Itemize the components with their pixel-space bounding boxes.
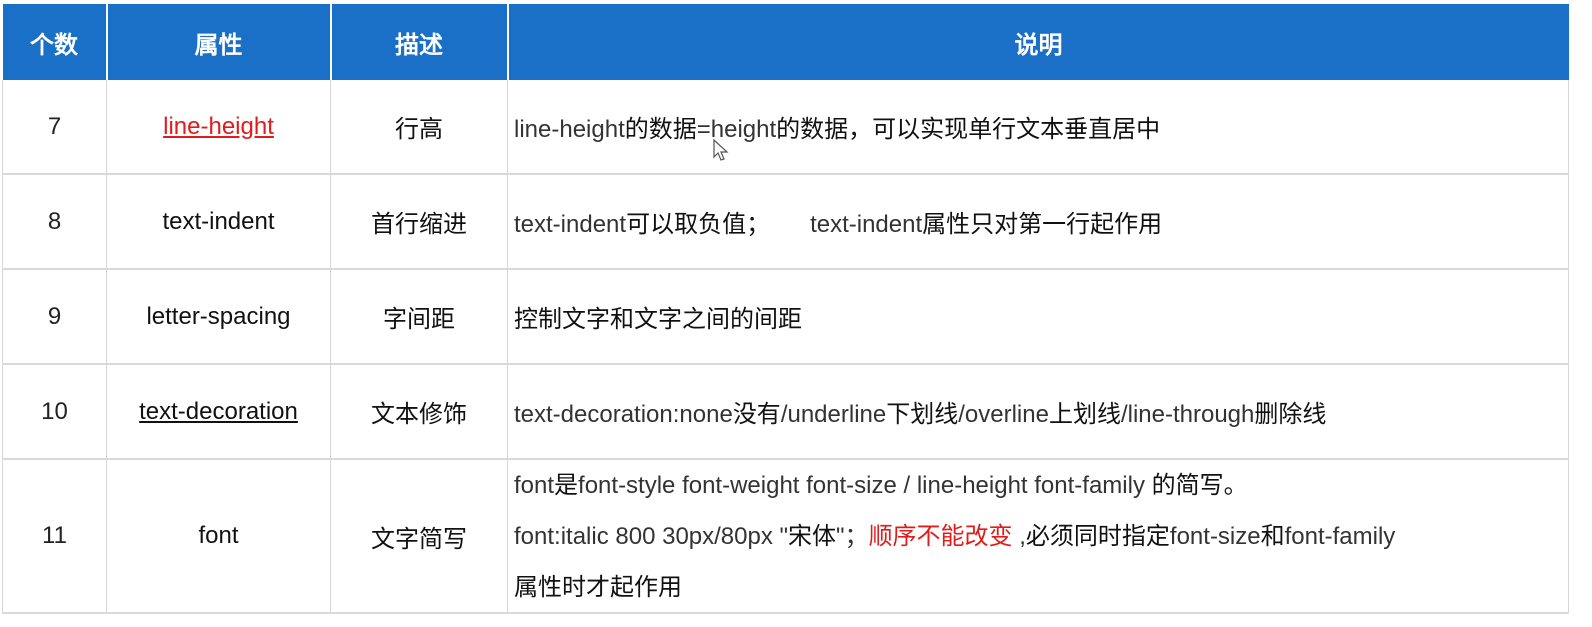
property-name: letter-spacing (106, 269, 331, 365)
property-explanation: 控制文字和文字之间的间距 (507, 269, 1569, 365)
property-description: 文本修饰 (330, 364, 508, 460)
header-property: 属性 (106, 4, 332, 80)
mouse-cursor-icon (713, 139, 729, 161)
property-name: line-height (106, 80, 331, 175)
explanation-line: font:italic 800 30px/80px "宋体"；顺序不能改变 ,必… (514, 522, 1396, 550)
property-name: text-indent (106, 174, 331, 270)
property-explanation: line-height的数据=height的数据，可以实现单行文本垂直居中 (507, 80, 1569, 175)
table-row: 8 text-indent 首行缩进 text-indent可以取负值； text… (2, 174, 1569, 270)
property-description: 首行缩进 (330, 174, 508, 270)
property-name: font (106, 459, 331, 614)
css-properties-table: 个数 属性 描述 说明 7 line-height 行高 line-height… (2, 4, 1569, 614)
property-link[interactable]: line-height (163, 113, 274, 140)
row-number: 10 (2, 364, 107, 460)
row-number: 7 (2, 80, 107, 175)
property-description: 字间距 (330, 269, 508, 365)
property-description: 文字简写 (330, 459, 508, 614)
table-row: 10 text-decoration 文本修饰 text-decoration:… (2, 364, 1569, 460)
row-number: 8 (2, 174, 107, 270)
property-explanation: text-decoration:none没有/underline下划线/over… (507, 364, 1569, 460)
header-explanation: 说明 (507, 4, 1569, 80)
header-count: 个数 (2, 4, 108, 80)
header-description: 描述 (330, 4, 509, 80)
explanation-line: 属性时才起作用 (514, 573, 682, 601)
table-row: 7 line-height 行高 line-height的数据=height的数… (2, 80, 1569, 175)
property-link[interactable]: text-decoration (139, 398, 298, 425)
row-number: 9 (2, 269, 107, 365)
property-explanation: text-indent可以取负值； text-indent属性只对第一行起作用 (507, 174, 1569, 270)
table-row: 11 font 文字简写 font是font-style font-weight… (2, 459, 1569, 614)
row-number: 11 (2, 459, 107, 614)
property-explanation: font是font-style font-weight font-size / … (507, 459, 1569, 614)
property-description: 行高 (330, 80, 508, 175)
table-header-row: 个数 属性 描述 说明 (2, 4, 1569, 80)
explanation-line: font是font-style font-weight font-size / … (514, 471, 1248, 499)
warning-text: 顺序不能改变 (868, 522, 1013, 550)
property-name: text-decoration (106, 364, 331, 460)
table-row: 9 letter-spacing 字间距 控制文字和文字之间的间距 (2, 269, 1569, 365)
